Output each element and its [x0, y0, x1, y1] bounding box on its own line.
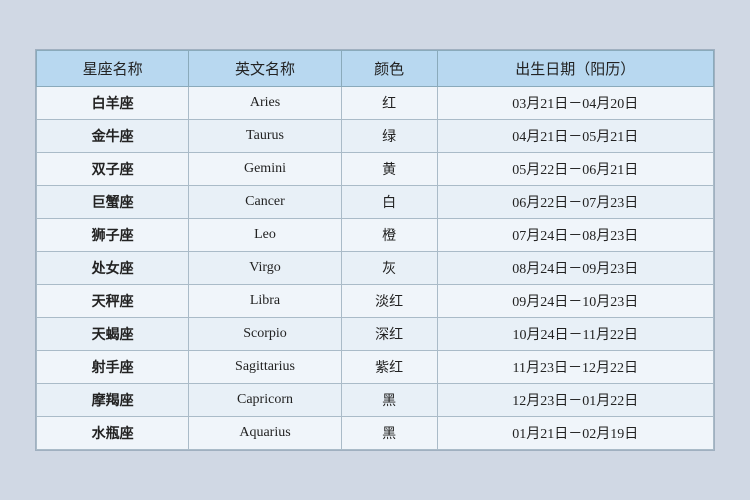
table-row: 白羊座Aries红03月21日－04月20日: [37, 87, 714, 120]
cell-date: 03月21日－04月20日: [437, 87, 713, 120]
cell-english-name: Scorpio: [189, 318, 341, 351]
table-row: 射手座Sagittarius紫红11月23日－12月22日: [37, 351, 714, 384]
table-row: 水瓶座Aquarius黑01月21日－02月19日: [37, 417, 714, 450]
cell-chinese-name: 水瓶座: [37, 417, 189, 450]
cell-color: 灰: [341, 252, 437, 285]
cell-date: 12月23日－01月22日: [437, 384, 713, 417]
cell-date: 07月24日－08月23日: [437, 219, 713, 252]
table-body: 白羊座Aries红03月21日－04月20日金牛座Taurus绿04月21日－0…: [37, 87, 714, 450]
cell-date: 10月24日－11月22日: [437, 318, 713, 351]
cell-english-name: Virgo: [189, 252, 341, 285]
cell-english-name: Aquarius: [189, 417, 341, 450]
cell-chinese-name: 双子座: [37, 153, 189, 186]
zodiac-table-container: 星座名称 英文名称 颜色 出生日期（阳历） 白羊座Aries红03月21日－04…: [35, 49, 715, 451]
header-chinese-name: 星座名称: [37, 51, 189, 87]
cell-date: 05月22日－06月21日: [437, 153, 713, 186]
cell-color: 黄: [341, 153, 437, 186]
cell-chinese-name: 巨蟹座: [37, 186, 189, 219]
cell-english-name: Capricorn: [189, 384, 341, 417]
cell-english-name: Libra: [189, 285, 341, 318]
table-row: 金牛座Taurus绿04月21日－05月21日: [37, 120, 714, 153]
cell-date: 11月23日－12月22日: [437, 351, 713, 384]
cell-english-name: Sagittarius: [189, 351, 341, 384]
cell-date: 01月21日－02月19日: [437, 417, 713, 450]
cell-chinese-name: 天秤座: [37, 285, 189, 318]
cell-color: 紫红: [341, 351, 437, 384]
cell-date: 09月24日－10月23日: [437, 285, 713, 318]
cell-color: 黑: [341, 384, 437, 417]
cell-color: 橙: [341, 219, 437, 252]
header-date: 出生日期（阳历）: [437, 51, 713, 87]
cell-color: 深红: [341, 318, 437, 351]
cell-color: 红: [341, 87, 437, 120]
cell-color: 白: [341, 186, 437, 219]
table-row: 天秤座Libra淡红09月24日－10月23日: [37, 285, 714, 318]
table-header-row: 星座名称 英文名称 颜色 出生日期（阳历）: [37, 51, 714, 87]
cell-chinese-name: 摩羯座: [37, 384, 189, 417]
cell-chinese-name: 天蝎座: [37, 318, 189, 351]
cell-english-name: Taurus: [189, 120, 341, 153]
table-row: 处女座Virgo灰08月24日－09月23日: [37, 252, 714, 285]
cell-chinese-name: 金牛座: [37, 120, 189, 153]
cell-chinese-name: 处女座: [37, 252, 189, 285]
cell-color: 绿: [341, 120, 437, 153]
cell-date: 06月22日－07月23日: [437, 186, 713, 219]
table-row: 巨蟹座Cancer白06月22日－07月23日: [37, 186, 714, 219]
cell-color: 淡红: [341, 285, 437, 318]
cell-chinese-name: 白羊座: [37, 87, 189, 120]
cell-english-name: Leo: [189, 219, 341, 252]
zodiac-table: 星座名称 英文名称 颜色 出生日期（阳历） 白羊座Aries红03月21日－04…: [36, 50, 714, 450]
cell-english-name: Aries: [189, 87, 341, 120]
cell-english-name: Cancer: [189, 186, 341, 219]
cell-color: 黑: [341, 417, 437, 450]
table-row: 狮子座Leo橙07月24日－08月23日: [37, 219, 714, 252]
table-row: 摩羯座Capricorn黑12月23日－01月22日: [37, 384, 714, 417]
header-english-name: 英文名称: [189, 51, 341, 87]
header-color: 颜色: [341, 51, 437, 87]
table-row: 双子座Gemini黄05月22日－06月21日: [37, 153, 714, 186]
cell-chinese-name: 狮子座: [37, 219, 189, 252]
cell-date: 08月24日－09月23日: [437, 252, 713, 285]
table-row: 天蝎座Scorpio深红10月24日－11月22日: [37, 318, 714, 351]
cell-english-name: Gemini: [189, 153, 341, 186]
cell-chinese-name: 射手座: [37, 351, 189, 384]
cell-date: 04月21日－05月21日: [437, 120, 713, 153]
